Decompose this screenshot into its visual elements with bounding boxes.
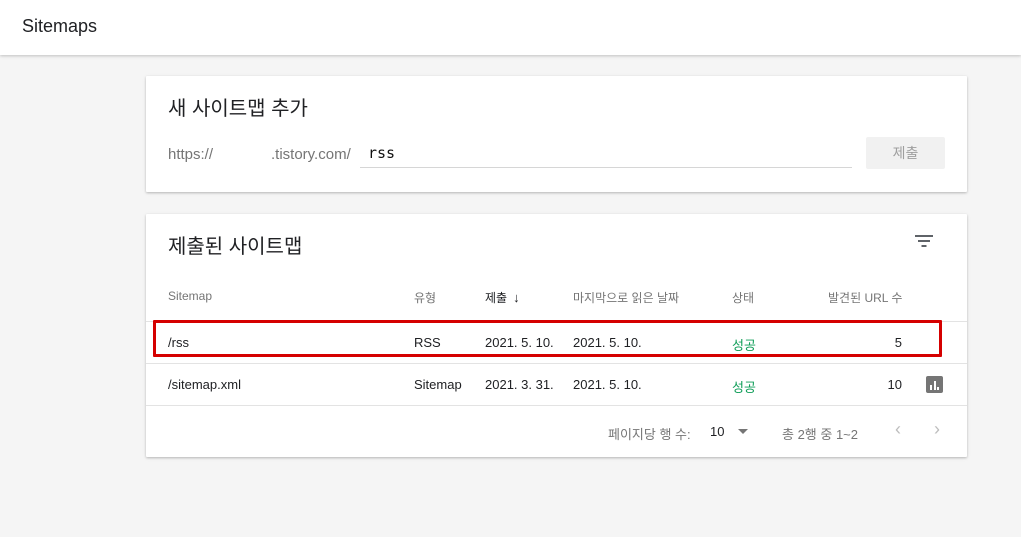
- cell-last-read: 2021. 5. 10.: [573, 377, 642, 392]
- column-header-sitemap[interactable]: Sitemap: [168, 289, 212, 303]
- column-header-last-read[interactable]: 마지막으로 읽은 날짜: [573, 289, 679, 306]
- column-header-submitted-label: 제출: [485, 291, 508, 305]
- cell-last-read: 2021. 5. 10.: [573, 335, 642, 350]
- column-header-status[interactable]: 상태: [732, 289, 754, 306]
- page-title: Sitemaps: [22, 16, 98, 36]
- add-sitemap-card: 새 사이트맵 추가 https:// .tistory.com/ 제출: [146, 76, 967, 192]
- submitted-sitemaps-card: 제출된 사이트맵 Sitemap 유형 제출 ↓ 마지막으로 읽은 날짜 상태 발…: [146, 214, 967, 457]
- sitemap-url-field: [360, 138, 852, 168]
- bar-chart-icon[interactable]: [926, 376, 943, 393]
- chevron-right-icon[interactable]: ›: [934, 419, 940, 440]
- pager-divider: [146, 405, 967, 406]
- submit-button[interactable]: 제출: [866, 137, 945, 169]
- cell-status: 성공: [732, 380, 756, 395]
- cell-sitemap: /rss: [168, 335, 189, 350]
- submitted-sitemaps-title: 제출된 사이트맵: [168, 236, 303, 258]
- table-row[interactable]: /rss RSS 2021. 5. 10. 2021. 5. 10. 성공 5: [146, 321, 967, 363]
- cell-type: Sitemap: [414, 377, 462, 392]
- chevron-down-icon[interactable]: [738, 429, 748, 434]
- chevron-left-icon[interactable]: ‹: [895, 419, 901, 440]
- cell-url-count: 10: [887, 377, 902, 392]
- filter-list-icon[interactable]: [914, 234, 934, 248]
- rows-per-page-value[interactable]: 10: [710, 424, 724, 439]
- url-prefix-domain: .tistory.com/: [271, 146, 351, 163]
- pager-range-text: 총 2행 중 1~2: [782, 427, 858, 442]
- url-prefix-scheme: https://: [168, 146, 214, 163]
- add-sitemap-title: 새 사이트맵 추가: [168, 98, 308, 120]
- rows-per-page-label: 페이지당 행 수:: [608, 427, 691, 442]
- sitemap-url-input[interactable]: [360, 138, 852, 167]
- column-header-urls[interactable]: 발견된 URL 수: [828, 289, 902, 306]
- table-row[interactable]: /sitemap.xml Sitemap 2021. 3. 31. 2021. …: [146, 363, 967, 405]
- cell-status: 성공: [732, 338, 756, 353]
- cell-submitted: 2021. 5. 10.: [485, 335, 554, 350]
- cell-url-count: 5: [894, 335, 902, 350]
- cell-submitted: 2021. 3. 31.: [485, 377, 554, 392]
- arrow-down-icon: ↓: [513, 290, 520, 305]
- column-header-submitted[interactable]: 제출 ↓: [485, 289, 520, 306]
- column-header-type[interactable]: 유형: [414, 289, 436, 306]
- cell-type: RSS: [414, 335, 441, 350]
- top-app-bar: Sitemaps: [0, 0, 1021, 55]
- cell-sitemap: /sitemap.xml: [168, 377, 241, 392]
